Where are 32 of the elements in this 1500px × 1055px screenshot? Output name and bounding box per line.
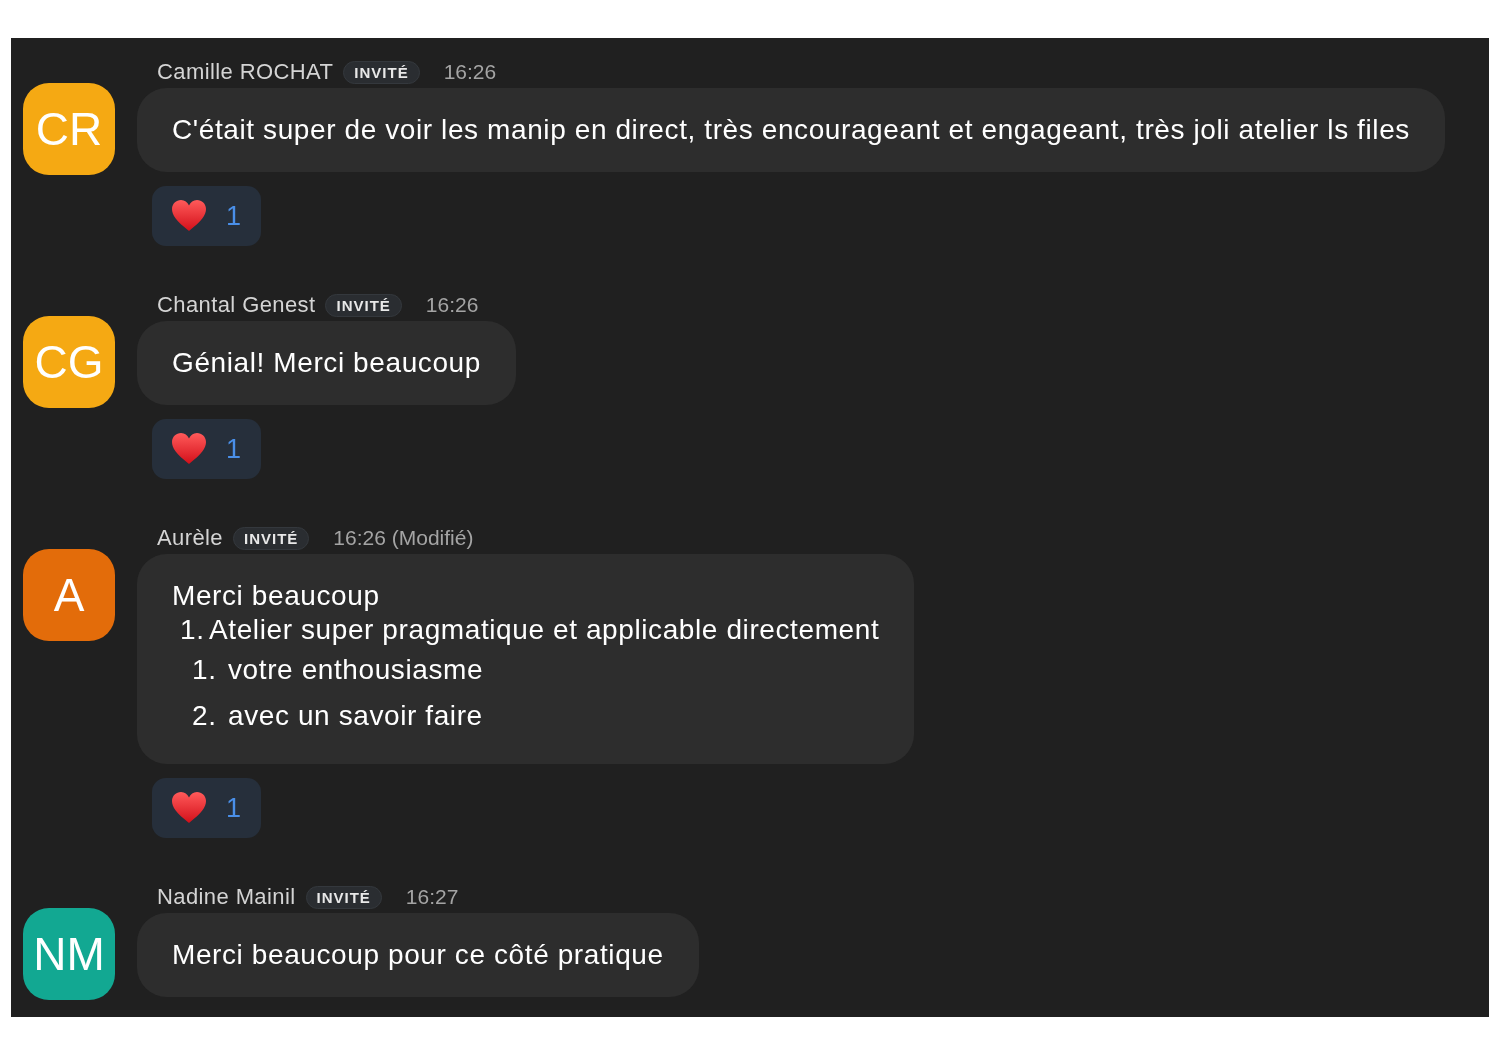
list-number: 1. [192, 653, 218, 687]
message-time: 16:26 [443, 60, 497, 84]
reaction-button[interactable]: 1 [152, 778, 261, 838]
guest-badge: INVITÉ [233, 526, 310, 550]
reaction-button[interactable]: 1 [152, 186, 261, 246]
user-avatar: A [23, 549, 115, 641]
user-avatar: NM [23, 908, 115, 1000]
message-text: Génial! Merci beaucoup [172, 346, 481, 380]
user-avatar: CG [23, 316, 115, 408]
list-number: 2. [192, 699, 218, 733]
author-name: Aurèle [157, 525, 223, 551]
author-name: Chantal Genest [157, 292, 316, 318]
reaction-button[interactable]: 1 [152, 419, 261, 479]
message-time: 16:27 [405, 885, 459, 909]
list-item-text: votre enthousiasme [228, 653, 484, 687]
guest-badge: INVITÉ [343, 60, 420, 84]
guest-badge: INVITÉ [325, 293, 402, 317]
message-time: 16:26 (Modifié) [333, 526, 474, 550]
heart-icon [172, 433, 206, 465]
list-item-text: Atelier super pragmatique et applicable directement [209, 613, 880, 647]
message-text: Merci beaucoup pour ce côté pratique [172, 938, 664, 972]
heart-icon [172, 792, 206, 824]
list-item-text: avec un savoir faire [228, 699, 483, 733]
author-name: Camille ROCHAT [157, 59, 334, 85]
list-number: 1. [180, 613, 206, 647]
message-time: 16:26 [425, 293, 479, 317]
message-text: C'était super de voir les manip en direct, très encourageant et engageant, très joli atelier ls files [172, 113, 1410, 147]
heart-icon [172, 200, 206, 232]
guest-badge: INVITÉ [305, 885, 382, 909]
message-text: Merci beaucoup [172, 579, 381, 613]
author-name: Nadine Mainil [157, 884, 296, 910]
user-avatar: CR [23, 83, 115, 175]
